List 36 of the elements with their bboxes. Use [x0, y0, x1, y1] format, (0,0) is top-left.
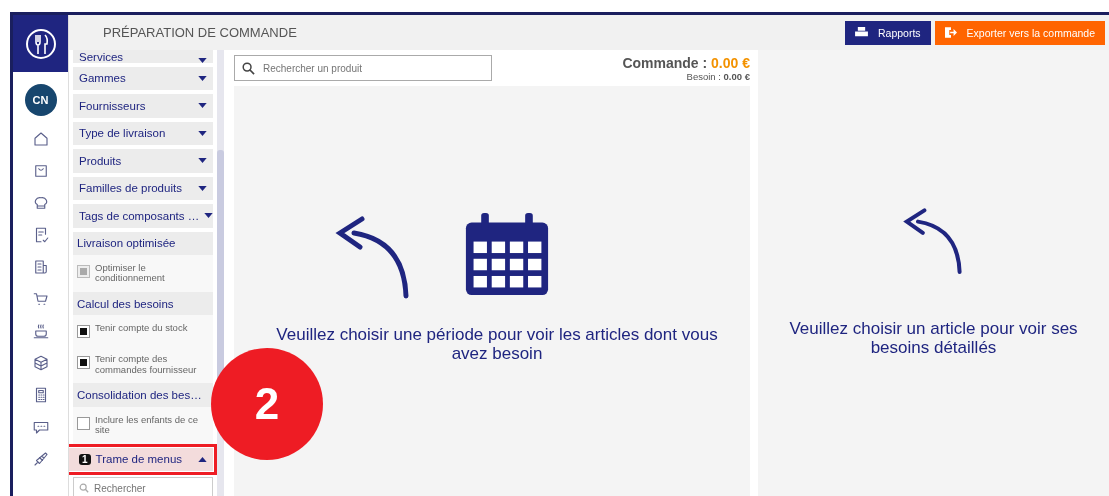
filter-dropdown[interactable]: Produits	[73, 149, 213, 173]
home-icon[interactable]	[31, 130, 50, 148]
user-avatar[interactable]: CN	[24, 84, 57, 116]
filter-dropdown[interactable]: Fournisseurs	[73, 94, 213, 118]
checkbox-label: Tenir compte des commandes fournisseur	[95, 354, 198, 376]
checkbox-label: Tenir compte du stock	[95, 323, 188, 334]
section-heading: Consolidation des bes…	[73, 383, 213, 407]
empty-state-message: Veuillez choisir un article pour voir ses besoins détaillés	[788, 320, 1079, 358]
logo-icon[interactable]	[13, 15, 68, 72]
filter-search-field[interactable]: Rechercher	[73, 477, 213, 496]
checkbox[interactable]	[77, 356, 90, 370]
order-label: Commande :	[622, 54, 708, 71]
cart-icon[interactable]	[31, 290, 50, 308]
box-icon[interactable]	[31, 354, 50, 372]
filter-dropdown[interactable]: Tags de composants …	[73, 204, 213, 228]
filter-dropdown[interactable]: Services	[73, 50, 213, 63]
count-badge: 1	[79, 453, 91, 465]
checkbox[interactable]	[77, 416, 90, 430]
checkbox[interactable]	[77, 325, 90, 339]
order-total: 0.00 €	[711, 54, 750, 71]
checkbox-label: Inclure les enfants de ce site	[95, 414, 199, 436]
section-heading: Calcul des besoins	[73, 291, 213, 316]
section-heading: Livraison optimisée	[73, 231, 213, 255]
page-title: PRÉPARATION DE COMMANDE	[103, 25, 297, 40]
filter-dropdown[interactable]: Familles de produits	[73, 176, 213, 201]
checkbox-label: Optimiser le conditionnement	[95, 263, 166, 284]
reports-button[interactable]: Rapports	[845, 20, 931, 45]
need-total: 0.00 €	[723, 70, 750, 82]
need-label: Besoin :	[686, 70, 721, 82]
exit-icon	[944, 27, 957, 38]
filter-dropdown[interactable]: Type de livraison	[73, 121, 213, 146]
product-search-field[interactable]: Rechercher un produit	[234, 55, 492, 81]
filter-dropdown[interactable]: Gammes	[73, 66, 213, 91]
printer-icon	[855, 27, 868, 38]
calendar-icon	[464, 211, 550, 297]
scrollbar-thumb[interactable]	[217, 150, 224, 380]
